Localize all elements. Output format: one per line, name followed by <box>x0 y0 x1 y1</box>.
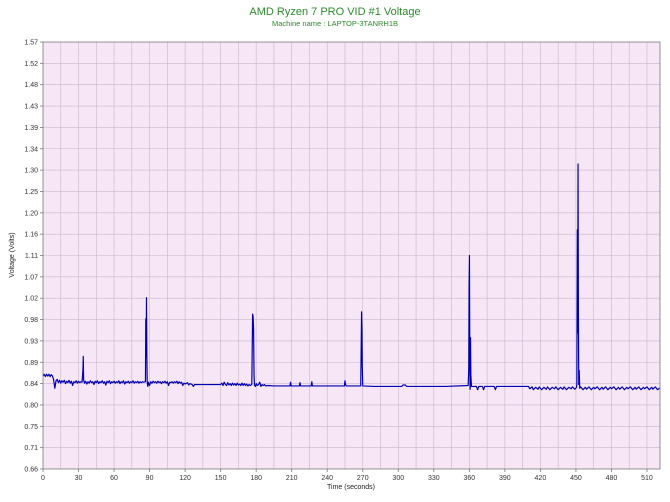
y-tick-label: 0.84 <box>24 381 38 388</box>
x-tick-label: 150 <box>215 475 227 482</box>
x-tick-label: 90 <box>146 475 154 482</box>
grid-lines <box>43 42 660 469</box>
x-tick-label: 390 <box>499 475 511 482</box>
y-tick-label: 1.11 <box>25 253 38 260</box>
chart-container: AMD Ryzen 7 PRO VID #1 Voltage Machine n… <box>0 0 670 502</box>
x-tick-label: 480 <box>606 475 618 482</box>
x-tick-label: 120 <box>179 475 191 482</box>
y-axis-label: Voltage (Volts) <box>9 232 16 277</box>
chart-title: AMD Ryzen 7 PRO VID #1 Voltage <box>249 6 420 18</box>
x-tick-label: 360 <box>463 475 475 482</box>
voltage-chart: AMD Ryzen 7 PRO VID #1 Voltage Machine n… <box>9 6 661 491</box>
x-tick-label: 330 <box>428 475 440 482</box>
x-tick-label: 180 <box>250 475 262 482</box>
y-tick-label: 1.02 <box>24 296 38 303</box>
y-tick-label: 1.34 <box>24 146 38 153</box>
x-tick-label: 210 <box>286 475 298 482</box>
y-tick-label: 1.39 <box>24 125 38 132</box>
y-tick-label: 0.75 <box>24 424 38 431</box>
chart-subtitle: Machine name : LAPTOP-3TANRH1B <box>272 19 398 28</box>
x-tick-label: 240 <box>321 475 333 482</box>
x-tick-label: 420 <box>535 475 547 482</box>
y-tick-label: 0.66 <box>24 467 38 474</box>
x-tick-label: 450 <box>570 475 582 482</box>
y-tick-label: 1.43 <box>24 104 38 111</box>
y-tick-label: 1.30 <box>24 168 38 175</box>
y-tick-label: 0.93 <box>24 338 38 345</box>
y-tick-label: 1.20 <box>24 210 38 217</box>
y-tick-label: 1.48 <box>24 82 38 89</box>
y-tick-label: 0.71 <box>24 445 38 452</box>
x-tick-label: 0 <box>41 475 45 482</box>
y-tick-label: 1.16 <box>24 232 38 239</box>
y-tick-label: 0.80 <box>24 402 38 409</box>
x-tick-label: 270 <box>357 475 369 482</box>
x-axis-label: Time (seconds) <box>327 484 375 491</box>
y-tick-label: 1.52 <box>24 61 38 68</box>
x-tick-label: 510 <box>641 475 653 482</box>
y-tick-label: 0.89 <box>24 360 38 367</box>
x-tick-label: 30 <box>75 475 83 482</box>
x-axis: 0 30 60 90 120 150 180 210 240 270 300 330 360 390 420… <box>41 469 653 482</box>
x-tick-label: 300 <box>392 475 404 482</box>
y-tick-label: 0.98 <box>24 317 38 324</box>
y-tick-label: 1.07 <box>24 274 38 281</box>
x-tick-label: 60 <box>110 475 118 482</box>
y-tick-label: 1.25 <box>24 189 38 196</box>
y-axis: 0.66 0.71 0.75 0.80 0.84 0.89 0.93 0.98 1.02 1.07… <box>24 40 43 474</box>
y-tick-label: 1.57 <box>24 40 38 47</box>
